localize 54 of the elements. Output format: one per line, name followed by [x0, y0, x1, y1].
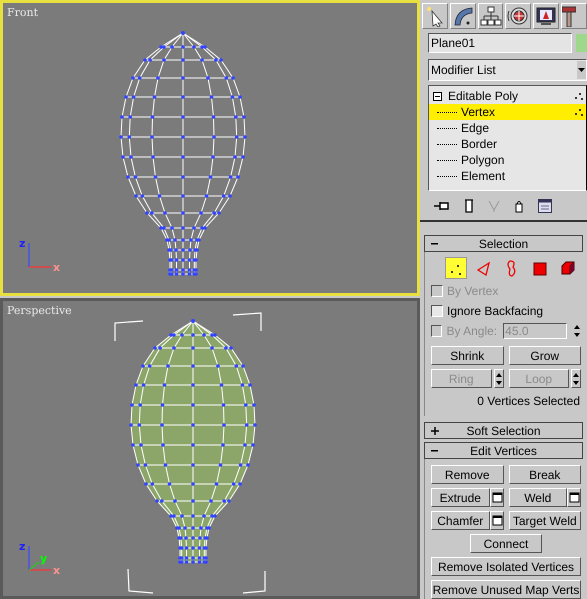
monitor-icon[interactable]: [535, 4, 558, 27]
axis-label: z: [19, 540, 26, 553]
rollout-header[interactable]: Soft Selection: [424, 422, 583, 439]
vertex-dots-icon: [574, 91, 584, 102]
button[interactable]: Shrink: [431, 346, 504, 365]
button[interactable]: Remove Unused Map Verts: [431, 580, 581, 599]
stack-sub-item[interactable]: Vertex: [429, 104, 586, 120]
checkbox-label: By Angle:: [446, 322, 498, 340]
vertex-level-button[interactable]: [445, 257, 467, 279]
button[interactable]: Break: [508, 465, 581, 484]
plus-icon: [431, 426, 439, 434]
button[interactable]: Target Weld: [508, 511, 581, 530]
stack-sub-item[interactable]: Edge: [429, 120, 586, 136]
axis-label: x: [53, 564, 60, 576]
object-name-field[interactable]: Plane01: [428, 33, 572, 54]
settings-window-icon[interactable]: [567, 488, 581, 507]
minus-icon: [431, 450, 438, 452]
settings-window-icon[interactable]: [490, 488, 504, 507]
axis-label: y: [40, 552, 48, 565]
axis-tripod-icon: [28, 546, 51, 571]
button[interactable]: Weld: [508, 488, 567, 507]
collapse-box-icon[interactable]: [433, 92, 442, 101]
settings-window-icon[interactable]: [490, 511, 504, 530]
rollout-header[interactable]: Selection: [424, 235, 583, 252]
selection-status: 0 Vertices Selected: [477, 394, 580, 408]
button[interactable]: Extrude: [431, 488, 490, 507]
vertex-dots-icon: [574, 107, 584, 118]
button[interactable]: Grow: [508, 346, 581, 365]
button[interactable]: Remove Isolated Vertices: [431, 557, 581, 576]
wheel-icon[interactable]: [507, 4, 530, 27]
stack-sub-item[interactable]: Polygon: [429, 152, 586, 168]
checkbox[interactable]: [431, 304, 443, 316]
checkbox-label: Ignore Backfacing: [447, 302, 544, 320]
configure-icon[interactable]: [538, 199, 552, 214]
curve-icon[interactable]: [452, 4, 474, 27]
button[interactable]: Connect: [470, 534, 542, 553]
button[interactable]: Remove: [431, 465, 504, 484]
spinner-icon[interactable]: [573, 322, 581, 338]
modifier-list-dropdown[interactable]: Modifier List: [428, 59, 587, 82]
stack-sub-item[interactable]: Element: [429, 168, 586, 184]
rollout-header[interactable]: Edit Vertices: [424, 442, 583, 459]
axis-tripod-icon: [28, 243, 51, 268]
button[interactable]: Chamfer: [431, 511, 490, 530]
minus-icon: [431, 242, 438, 244]
pin-icon[interactable]: [434, 200, 450, 212]
stack-item[interactable]: Editable Poly: [448, 87, 518, 106]
hammer-icon[interactable]: [562, 4, 576, 27]
selection-bracket-icon: [114, 312, 266, 594]
hierarchy-icon[interactable]: [480, 4, 502, 27]
object-color-swatch[interactable]: [576, 34, 587, 52]
axis-label: x: [53, 261, 60, 273]
axis-label: z: [19, 237, 26, 250]
checkbox-label: By Vertex: [447, 282, 498, 300]
stack-sub-item[interactable]: Border: [429, 136, 586, 152]
